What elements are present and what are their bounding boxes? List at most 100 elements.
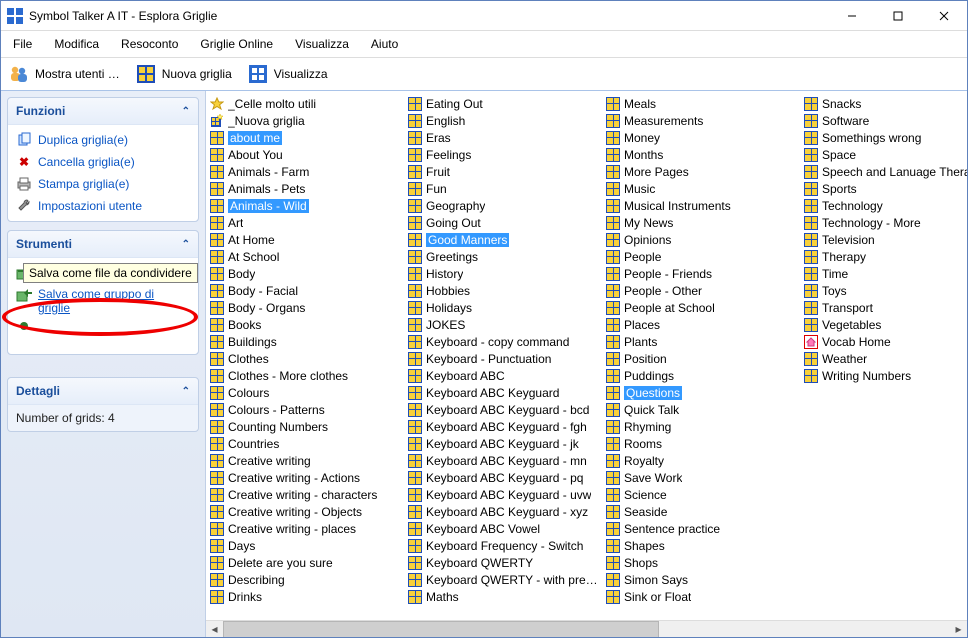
list-item[interactable]: Television xyxy=(800,231,967,248)
list-item[interactable]: Keyboard ABC Keyguard - jk xyxy=(404,435,602,452)
list-item[interactable]: Speech and Lanuage Therapy xyxy=(800,163,967,180)
list-item[interactable]: People - Friends xyxy=(602,265,800,282)
list-item[interactable]: Weather xyxy=(800,350,967,367)
menu-visualizza[interactable]: Visualizza xyxy=(291,35,353,53)
list-item[interactable]: Body - Organs xyxy=(206,299,404,316)
list-item[interactable]: Somethings wrong xyxy=(800,129,967,146)
list-item[interactable]: Buildings xyxy=(206,333,404,350)
list-item[interactable]: Describing xyxy=(206,571,404,588)
link-duplica[interactable]: Duplica griglia(e) xyxy=(14,129,192,151)
list-item[interactable]: Books xyxy=(206,316,404,333)
list-item[interactable]: Toys xyxy=(800,282,967,299)
link-stampa[interactable]: Stampa griglia(e) xyxy=(14,173,192,195)
toolbar-mostra-utenti[interactable]: Mostra utenti … xyxy=(9,64,120,84)
toolbar-visualizza[interactable]: Visualizza xyxy=(248,64,328,84)
menu-resoconto[interactable]: Resoconto xyxy=(117,35,182,53)
panel-strumenti-header[interactable]: Strumenti ⌃ xyxy=(8,231,198,258)
list-item[interactable]: Eras xyxy=(404,129,602,146)
list-item[interactable]: Fruit xyxy=(404,163,602,180)
list-item[interactable]: Keyboard ABC Keyguard - fgh xyxy=(404,418,602,435)
list-item[interactable]: Royalty xyxy=(602,452,800,469)
list-item[interactable]: Hobbies xyxy=(404,282,602,299)
list-item[interactable]: Colours xyxy=(206,384,404,401)
list-item[interactable]: about me xyxy=(206,129,404,146)
list-item[interactable]: Keyboard Frequency - Switch xyxy=(404,537,602,554)
list-item[interactable]: Keyboard - copy command xyxy=(404,333,602,350)
panel-dettagli-header[interactable]: Dettagli ⌃ xyxy=(8,378,198,405)
list-item[interactable]: Technology xyxy=(800,197,967,214)
list-item[interactable]: Shops xyxy=(602,554,800,571)
list-item[interactable]: English xyxy=(404,112,602,129)
close-button[interactable] xyxy=(921,1,967,31)
list-item[interactable]: Seaside xyxy=(602,503,800,520)
maximize-button[interactable] xyxy=(875,1,921,31)
list-item[interactable]: Creative writing - Objects xyxy=(206,503,404,520)
scrollbar-horizontal[interactable]: ◂ ▸ xyxy=(206,620,967,637)
list-item[interactable]: _Celle molto utili xyxy=(206,95,404,112)
list-item[interactable]: People xyxy=(602,248,800,265)
list-item[interactable]: At Home xyxy=(206,231,404,248)
list-item[interactable]: Maths xyxy=(404,588,602,605)
list-item[interactable]: Rooms xyxy=(602,435,800,452)
list-item[interactable]: Keyboard ABC Keyguard - pq xyxy=(404,469,602,486)
list-item[interactable]: JOKES xyxy=(404,316,602,333)
scroll-right-button[interactable]: ▸ xyxy=(950,621,967,638)
list-item[interactable]: Animals - Pets xyxy=(206,180,404,197)
list-item[interactable]: Keyboard - Punctuation xyxy=(404,350,602,367)
list-item[interactable]: Opinions xyxy=(602,231,800,248)
list-item[interactable]: Clothes xyxy=(206,350,404,367)
list-item[interactable]: Keyboard ABC Keyguard xyxy=(404,384,602,401)
minimize-button[interactable] xyxy=(829,1,875,31)
list-item[interactable]: _Nuova griglia xyxy=(206,112,404,129)
list-item[interactable]: Technology - More xyxy=(800,214,967,231)
list-item[interactable]: Writing Numbers xyxy=(800,367,967,384)
list-item[interactable]: Creative writing - Actions xyxy=(206,469,404,486)
panel-funzioni-header[interactable]: Funzioni ⌃ xyxy=(8,98,198,125)
list-item[interactable]: Creative writing xyxy=(206,452,404,469)
list-item[interactable]: Drinks xyxy=(206,588,404,605)
menu-file[interactable]: File xyxy=(9,35,36,53)
list-item[interactable]: Time xyxy=(800,265,967,282)
list-item[interactable]: Simon Says xyxy=(602,571,800,588)
list-item[interactable]: Keyboard ABC xyxy=(404,367,602,384)
list-item[interactable]: More Pages xyxy=(602,163,800,180)
list-item[interactable]: Keyboard QWERTY xyxy=(404,554,602,571)
list-item[interactable]: Creative writing - characters xyxy=(206,486,404,503)
list-item[interactable]: My News xyxy=(602,214,800,231)
menu-aiuto[interactable]: Aiuto xyxy=(367,35,402,53)
list-item[interactable]: Places xyxy=(602,316,800,333)
list-item[interactable]: People at School xyxy=(602,299,800,316)
list-item[interactable]: Keyboard ABC Vowel xyxy=(404,520,602,537)
list-item[interactable]: Therapy xyxy=(800,248,967,265)
list-item[interactable]: History xyxy=(404,265,602,282)
list-item[interactable]: Save Work xyxy=(602,469,800,486)
list-item[interactable]: Keyboard QWERTY - with prediction xyxy=(404,571,602,588)
menu-griglie-online[interactable]: Griglie Online xyxy=(196,35,277,53)
list-item[interactable]: Eating Out xyxy=(404,95,602,112)
list-item[interactable]: Plants xyxy=(602,333,800,350)
list-item[interactable]: Rhyming xyxy=(602,418,800,435)
list-item[interactable]: Snacks xyxy=(800,95,967,112)
list-item[interactable]: Keyboard ABC Keyguard - uvw xyxy=(404,486,602,503)
list-item[interactable]: Measurements xyxy=(602,112,800,129)
list-item[interactable]: Feelings xyxy=(404,146,602,163)
list-item[interactable]: Software xyxy=(800,112,967,129)
list-item[interactable]: Days xyxy=(206,537,404,554)
list-item[interactable]: Months xyxy=(602,146,800,163)
menu-modifica[interactable]: Modifica xyxy=(50,35,103,53)
scroll-left-button[interactable]: ◂ xyxy=(206,621,223,638)
list-item[interactable]: Body - Facial xyxy=(206,282,404,299)
list-item[interactable]: Music xyxy=(602,180,800,197)
list-item[interactable]: Fun xyxy=(404,180,602,197)
list-item[interactable]: Body xyxy=(206,265,404,282)
list-item[interactable]: Vocab Home xyxy=(800,333,967,350)
list-item[interactable]: Vegetables xyxy=(800,316,967,333)
link-impostazioni[interactable]: Impostazioni utente xyxy=(14,195,192,217)
list-item[interactable]: Money xyxy=(602,129,800,146)
list-item[interactable]: Good Manners xyxy=(404,231,602,248)
list-item[interactable]: Animals - Farm xyxy=(206,163,404,180)
list-item[interactable]: Colours - Patterns xyxy=(206,401,404,418)
list-item[interactable]: Space xyxy=(800,146,967,163)
list-item[interactable]: Sports xyxy=(800,180,967,197)
list-item[interactable]: Geography xyxy=(404,197,602,214)
